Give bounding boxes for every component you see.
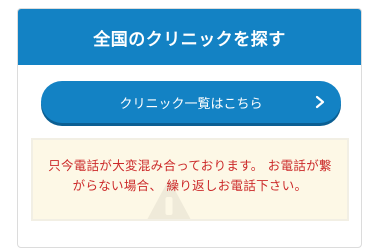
busy-notice: 只今電話が大変混み合っております。 お電話が繋 がらない場合、 繰り返しお電話下… (31, 138, 349, 221)
panel-header: 全国のクリニックを探す (18, 9, 361, 65)
notice-message: 只今電話が大変混み合っております。 お電話が繋 がらない場合、 繰り返しお電話下… (33, 156, 347, 196)
clinic-list-button-label: クリニック一覧はこちら (119, 96, 263, 112)
clinic-search-panel: 全国のクリニックを探す クリニック一覧はこちら 只今電話が大変混み合っております… (17, 8, 362, 248)
notice-line-1: 只今電話が大変混み合っております。 お電話が繋 (48, 158, 332, 173)
panel-title: 全国のクリニックを探す (93, 29, 286, 50)
notice-line-2: がらない場合、 繰り返しお電話下さい。 (72, 178, 308, 193)
clinic-list-button[interactable]: クリニック一覧はこちら (41, 81, 341, 123)
chevron-right-icon (315, 95, 325, 109)
